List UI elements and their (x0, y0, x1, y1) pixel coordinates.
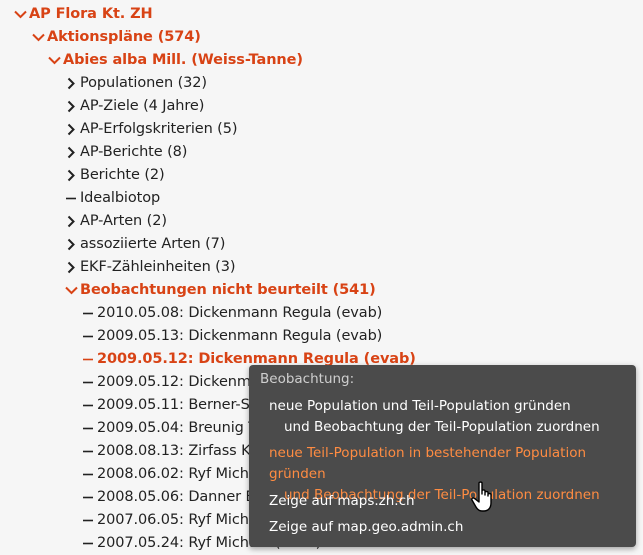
tree-node-label: Populationen (32) (80, 75, 207, 91)
dash-icon[interactable] (80, 394, 97, 417)
tree-node[interactable]: Berichte (2) (63, 164, 165, 187)
tree-node-label: AP-Ziele (4 Jahre) (80, 98, 205, 114)
tree-node-label: Berichte (2) (80, 167, 165, 183)
context-menu-title: Beobachtung: (260, 371, 355, 387)
menu-item-maps-zh[interactable]: Zeige auf maps.zh.ch (269, 491, 415, 512)
tree-node-label: Beobachtungen nicht beurteilt (541) (80, 282, 376, 298)
menu-item-line: neue Teil-Population in bestehender Popu… (269, 445, 587, 482)
tree-node-label: AP-Arten (2) (80, 213, 167, 229)
dash-icon[interactable] (80, 302, 97, 325)
chevron-down-icon[interactable] (12, 3, 29, 26)
tree-node[interactable]: AP-Ziele (4 Jahre) (63, 95, 204, 118)
hand-cursor-icon (471, 481, 492, 512)
chevron-right-icon[interactable] (63, 233, 80, 256)
tree-node-label: assoziierte Arten (7) (80, 236, 226, 252)
menu-item-map-geo-admin[interactable]: Zeige auf map.geo.admin.ch (269, 517, 463, 538)
tree-node[interactable]: Aktionspläne (574) (30, 26, 201, 49)
context-menu: Beobachtung: neue Population und Teil-Po… (249, 365, 636, 547)
tree-node[interactable]: AP-Erfolgskriterien (5) (63, 118, 238, 141)
tree-node[interactable]: 2009.05.13: Dickenmann Regula (evab) (80, 325, 382, 348)
tree-node[interactable]: AP-Berichte (8) (63, 141, 187, 164)
tree-node[interactable]: assoziierte Arten (7) (63, 233, 225, 256)
tree-node-label: EKF-Zähleinheiten (3) (80, 259, 236, 275)
tree-node-label: Idealbiotop (80, 190, 161, 206)
dash-icon[interactable] (80, 463, 97, 486)
chevron-right-icon[interactable] (63, 210, 80, 233)
tree-node[interactable]: 2010.05.08: Dickenmann Regula (evab) (80, 302, 382, 325)
dash-icon[interactable] (80, 371, 97, 394)
tree-node-label: Abies alba Mill. (Weiss-Tanne) (63, 52, 303, 68)
chevron-right-icon[interactable] (63, 72, 80, 95)
chevron-right-icon[interactable] (63, 256, 80, 279)
menu-item-line: und Beobachtung der Teil-Population zuor… (284, 419, 600, 435)
chevron-down-icon[interactable] (46, 49, 63, 72)
chevron-right-icon[interactable] (63, 95, 80, 118)
tree-node[interactable]: Beobachtungen nicht beurteilt (541) (63, 279, 376, 302)
menu-item-line: neue Population und Teil-Population grün… (269, 398, 571, 414)
chevron-right-icon[interactable] (63, 141, 80, 164)
dash-icon[interactable] (80, 509, 97, 532)
dash-icon[interactable] (80, 417, 97, 440)
dash-icon[interactable] (63, 187, 80, 210)
tree-node-label: AP Flora Kt. ZH (29, 6, 153, 22)
tree-node[interactable]: AP Flora Kt. ZH (12, 3, 153, 26)
tree-node-label: 2009.05.13: Dickenmann Regula (evab) (97, 328, 383, 344)
tree-node-label: AP-Erfolgskriterien (5) (80, 121, 238, 137)
chevron-right-icon[interactable] (63, 164, 80, 187)
chevron-down-icon[interactable] (63, 279, 80, 302)
tree-node[interactable]: Abies alba Mill. (Weiss-Tanne) (46, 49, 303, 72)
dash-icon[interactable] (80, 325, 97, 348)
chevron-down-icon[interactable] (30, 26, 47, 49)
dash-icon[interactable] (80, 440, 97, 463)
chevron-right-icon[interactable] (63, 118, 80, 141)
tree-node-label: Aktionspläne (574) (47, 29, 201, 45)
tree-node[interactable]: Idealbiotop (63, 187, 160, 210)
dash-icon[interactable] (80, 348, 97, 371)
menu-item-new-population[interactable]: neue Population und Teil-Population grün… (269, 396, 600, 438)
dash-icon[interactable] (80, 486, 97, 509)
tree-node[interactable]: Populationen (32) (63, 72, 207, 95)
tree-node[interactable]: EKF-Zähleinheiten (3) (63, 256, 236, 279)
tree-node-label: 2010.05.08: Dickenmann Regula (evab) (97, 305, 383, 321)
tree-node[interactable]: AP-Arten (2) (63, 210, 167, 233)
tree-node-label: AP-Berichte (8) (80, 144, 188, 160)
